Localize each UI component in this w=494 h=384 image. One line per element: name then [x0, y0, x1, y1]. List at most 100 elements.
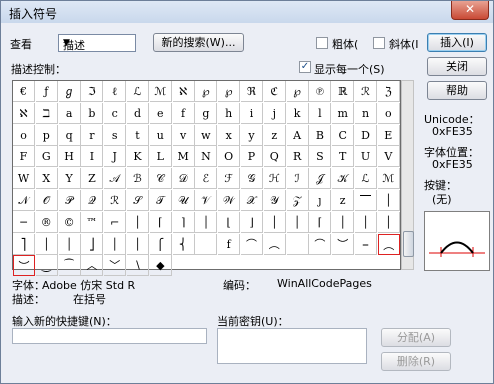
symbol-cell[interactable]: N: [195, 146, 218, 168]
symbol-cell[interactable]: ƒ: [35, 81, 58, 102]
symbol-cell[interactable]: y: [241, 124, 263, 146]
italic-checkbox[interactable]: [373, 37, 385, 49]
current-key-list[interactable]: [217, 328, 367, 364]
symbol-cell[interactable]: ◆: [149, 255, 172, 277]
symbol-cell[interactable]: ⌋: [241, 211, 263, 233]
symbol-cell[interactable]: ∖: [127, 255, 149, 277]
symbol-cell[interactable]: o: [377, 102, 400, 124]
symbol-cell[interactable]: ℳ: [149, 81, 172, 102]
symbol-cell[interactable]: v: [172, 124, 195, 146]
symbol-cell[interactable]: ─: [13, 211, 35, 233]
symbol-cell[interactable]: C: [332, 124, 355, 146]
symbol-cell[interactable]: ℑ: [81, 81, 104, 102]
symbol-cell[interactable]: ⌐: [104, 211, 127, 233]
symbol-cell[interactable]: │: [58, 233, 81, 255]
assign-button[interactable]: 分配(A): [381, 328, 451, 347]
symbol-cell[interactable]: r: [81, 124, 104, 146]
symbol-cell[interactable]: ℒ: [127, 81, 149, 102]
symbol-cell[interactable]: ⎦: [81, 233, 104, 255]
symbol-cell[interactable]: ℵ: [172, 81, 195, 102]
new-shortcut-input[interactable]: [12, 328, 207, 344]
symbol-cell[interactable]: 𝒯: [149, 190, 172, 211]
symbol-cell[interactable]: m: [332, 102, 355, 124]
symbol-cell[interactable]: x: [218, 124, 241, 146]
symbol-cell[interactable]: ℝ: [332, 81, 355, 102]
symbol-cell[interactable]: H: [58, 146, 81, 168]
symbol-cell[interactable]: ℘: [286, 81, 309, 102]
symbol-cell[interactable]: I: [81, 146, 104, 168]
symbol-cell[interactable]: │: [355, 211, 377, 233]
symbol-cell[interactable]: J: [104, 146, 127, 168]
symbol-cell[interactable]: 𝒰: [172, 190, 195, 211]
symbol-cell[interactable]: 𝒳: [241, 190, 263, 211]
symbol-cell[interactable]: A: [286, 124, 309, 146]
symbol-cell[interactable]: ︿: [81, 255, 104, 277]
symbol-cell[interactable]: │: [195, 211, 218, 233]
symbol-cell[interactable]: G: [35, 146, 58, 168]
symbol-cell[interactable]: │: [377, 211, 400, 233]
symbol-cell[interactable]: n: [355, 102, 377, 124]
symbol-cell[interactable]: R: [286, 146, 309, 168]
symbol-cell[interactable]: E: [377, 124, 400, 146]
symbol-cell[interactable]: ⎺: [355, 190, 377, 211]
symbol-cell[interactable]: a: [58, 102, 81, 124]
symbol-cell[interactable]: │: [263, 211, 286, 233]
symbol-cell[interactable]: │: [104, 233, 127, 255]
symbol-cell[interactable]: F: [13, 146, 35, 168]
symbol-cell[interactable]: 𝒢: [241, 168, 263, 190]
symbol-cell[interactable]: │: [127, 233, 149, 255]
symbol-cell[interactable]: ℘: [218, 81, 241, 102]
symbol-cell[interactable]: ︵: [263, 233, 286, 255]
insert-button[interactable]: 插入(I): [427, 33, 487, 52]
symbol-cell[interactable]: 𝒬: [81, 190, 104, 211]
symbol-cell[interactable]: d: [127, 102, 149, 124]
symbol-cell[interactable]: ⎯: [355, 233, 377, 255]
symbol-cell[interactable]: │: [127, 211, 149, 233]
symbol-cell[interactable]: ℭ: [263, 81, 286, 102]
symbol-grid[interactable]: € ƒ ℊ ℑℓ ℒ ℳ ℵ ℘ ℘ ℜ ℭ ℘ ℗ ℝ ℛ ℨ ℵ ℶ a b c d e f g h i j k l m n o o p q r s t…: [12, 80, 401, 277]
symbol-cell[interactable]: p: [35, 124, 58, 146]
symbol-cell[interactable]: W: [13, 168, 35, 190]
symbol-cell[interactable]: ℜ: [241, 81, 263, 102]
symbol-cell[interactable]: b: [81, 102, 104, 124]
symbol-cell[interactable]: U: [355, 146, 377, 168]
symbol-cell[interactable]: ︵: [377, 233, 400, 255]
symbol-cell[interactable]: ℰ: [195, 168, 218, 190]
symbol-cell[interactable]: k: [286, 102, 309, 124]
symbol-cell[interactable]: ℛ: [355, 81, 377, 102]
symbol-cell[interactable]: 𝒟: [172, 168, 195, 190]
symbol-cell[interactable]: 𝒵: [286, 190, 309, 211]
symbol-cell[interactable]: ⌈: [149, 211, 172, 233]
symbol-cell[interactable]: T: [332, 146, 355, 168]
symbol-cell[interactable]: j: [263, 102, 286, 124]
symbol-cell[interactable]: ‿: [35, 255, 58, 277]
symbol-cell[interactable]: f: [218, 233, 241, 255]
symbol-cell[interactable]: 𝒮: [127, 190, 149, 211]
symbol-cell[interactable]: 𝒩: [13, 190, 35, 211]
symbol-cell[interactable]: o: [13, 124, 35, 146]
symbol-cell[interactable]: e: [149, 102, 172, 124]
symbol-cell[interactable]: Z: [81, 168, 104, 190]
symbol-cell[interactable]: z: [263, 124, 286, 146]
symbol-cell[interactable]: ȷ: [309, 190, 332, 211]
symbol-cell[interactable]: [286, 233, 309, 255]
symbol-cell[interactable]: Y: [58, 168, 81, 190]
symbol-cell[interactable]: ©: [58, 211, 81, 233]
symbol-cell[interactable]: ⁀: [58, 255, 81, 277]
help-button[interactable]: 帮助: [427, 81, 487, 100]
symbol-cell[interactable]: ℛ: [104, 190, 127, 211]
symbol-cell[interactable]: ⌒: [309, 233, 332, 255]
symbol-cell[interactable]: O: [218, 146, 241, 168]
symbol-cell[interactable]: ℘: [195, 81, 218, 102]
symbol-cell[interactable]: ℓ: [104, 81, 127, 102]
view-select[interactable]: 描述 ▼: [58, 34, 136, 52]
symbol-cell[interactable]: ℨ: [377, 81, 400, 102]
symbol-cell[interactable]: ﹀: [104, 255, 127, 277]
symbol-cell[interactable]: K: [127, 146, 149, 168]
symbol-cell[interactable]: │: [35, 233, 58, 255]
symbol-cell[interactable]: 𝒥: [309, 168, 332, 190]
symbol-cell[interactable]: ⌒: [241, 233, 263, 255]
symbol-cell[interactable]: D: [355, 124, 377, 146]
symbol-cell[interactable]: ︶: [13, 255, 35, 277]
symbol-cell[interactable]: ℋ: [263, 168, 286, 190]
